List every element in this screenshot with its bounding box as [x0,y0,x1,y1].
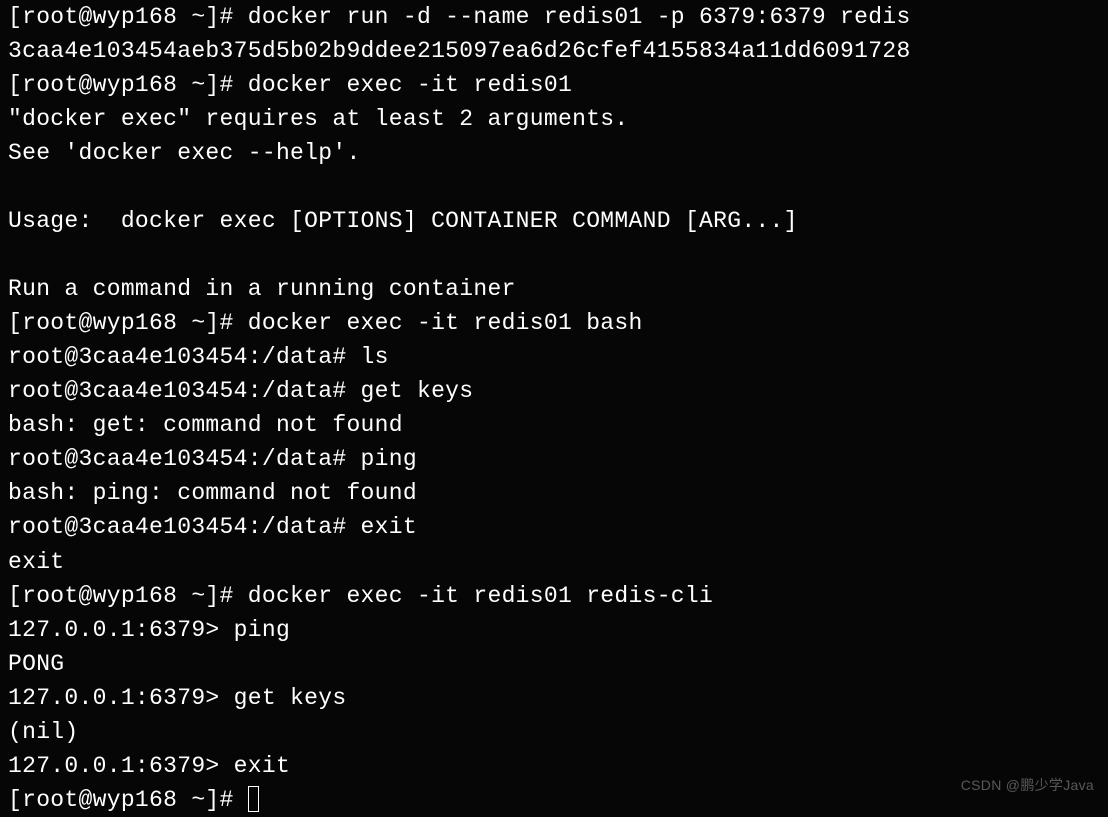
terminal-line: root@3caa4e103454:/data# ping [8,446,417,472]
terminal-line: 127.0.0.1:6379> exit [8,753,290,779]
terminal-line: 127.0.0.1:6379> get keys [8,685,346,711]
terminal-line: root@3caa4e103454:/data# get keys [8,378,473,404]
terminal-line: Usage: docker exec [OPTIONS] CONTAINER C… [8,208,798,234]
terminal-prompt: [root@wyp168 ~]# [8,787,248,813]
terminal-line: [root@wyp168 ~]# docker exec -it redis01 [8,72,572,98]
terminal-line: [root@wyp168 ~]# docker run -d --name re… [8,4,911,30]
cursor-icon [248,786,259,812]
terminal-line: root@3caa4e103454:/data# exit [8,514,417,540]
terminal-line: (nil) [8,719,79,745]
terminal-line: exit [8,549,64,575]
terminal-output[interactable]: [root@wyp168 ~]# docker run -d --name re… [8,0,1100,817]
watermark-text: CSDN @鹏少学Java [961,775,1094,796]
terminal-line: root@3caa4e103454:/data# ls [8,344,389,370]
terminal-line: Run a command in a running container [8,276,516,302]
terminal-line: "docker exec" requires at least 2 argume… [8,106,629,132]
terminal-line: PONG [8,651,64,677]
terminal-line: See 'docker exec --help'. [8,140,361,166]
terminal-line: [root@wyp168 ~]# docker exec -it redis01… [8,310,643,336]
terminal-line: 127.0.0.1:6379> ping [8,617,290,643]
terminal-line: bash: ping: command not found [8,480,417,506]
terminal-line: 3caa4e103454aeb375d5b02b9ddee215097ea6d2… [8,38,911,64]
terminal-line: bash: get: command not found [8,412,403,438]
terminal-line: [root@wyp168 ~]# docker exec -it redis01… [8,583,713,609]
